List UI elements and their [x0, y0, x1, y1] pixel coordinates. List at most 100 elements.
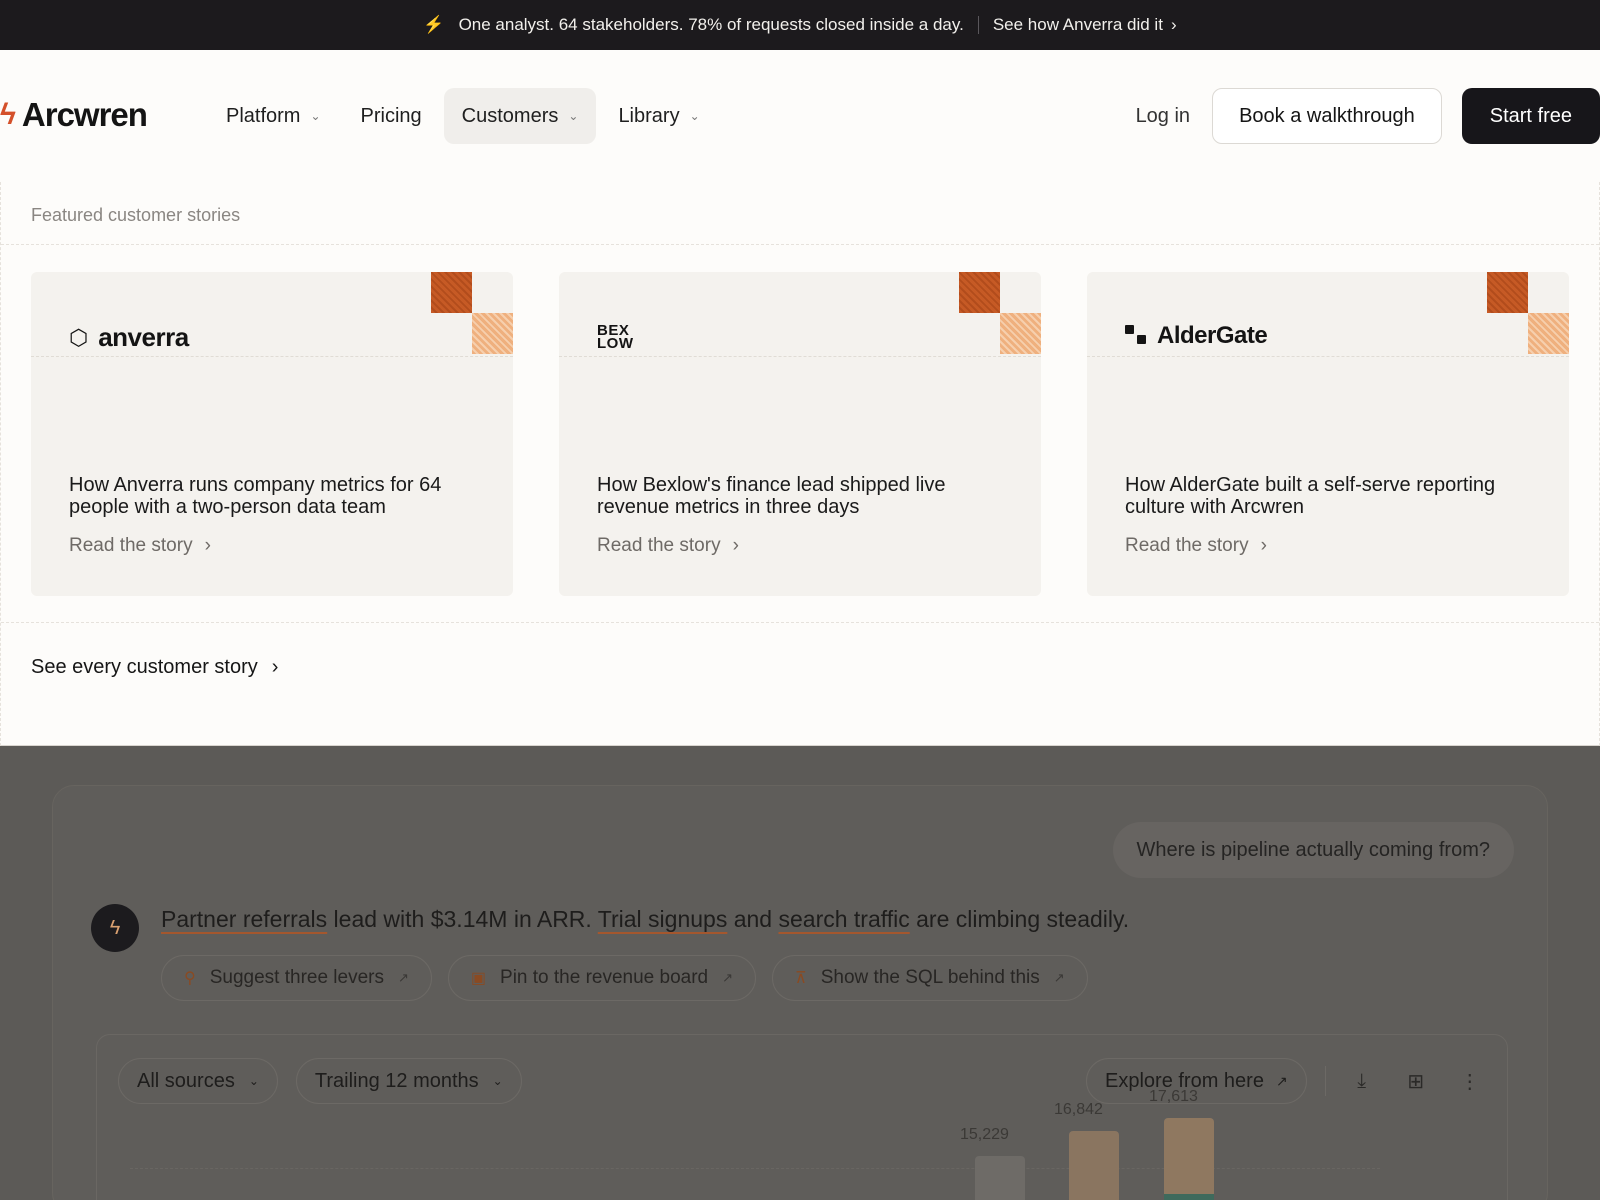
- read-story-label: Read the story: [1125, 535, 1249, 556]
- bar-data-label: 16,842: [1054, 1100, 1103, 1118]
- aldergate-mark-icon: [1125, 325, 1147, 347]
- sql-icon: ⊼: [795, 970, 807, 987]
- grid-view-icon[interactable]: ⊞: [1398, 1063, 1434, 1099]
- read-story-link[interactable]: Read the story ›: [1125, 535, 1267, 557]
- customer-logo-text: anverra: [98, 322, 189, 352]
- customer-logo-text: AlderGate: [1157, 322, 1268, 349]
- arrow-up-right-icon: ↗: [1053, 970, 1065, 985]
- chevron-down-icon: ⌄: [492, 1074, 503, 1088]
- divider: [1, 244, 1599, 245]
- pattern-square: [1487, 272, 1528, 313]
- story-title: How Bexlow's finance lead shipped live r…: [597, 474, 946, 518]
- brand-name: Arcwren: [21, 96, 148, 133]
- pin-board-icon: ▣: [470, 970, 487, 987]
- nav-menu: Platform ⌄ Pricing Customers ⌄ Library ⌄: [208, 88, 718, 144]
- start-free-button[interactable]: Start free: [1461, 88, 1600, 144]
- customer-logo-text: BEX LOW: [597, 323, 657, 351]
- hexagon-icon: ⬡: [69, 324, 89, 350]
- divider: [1087, 356, 1569, 357]
- answer-link-partner-referrals[interactable]: Partner referrals: [161, 906, 327, 932]
- read-story-label: Read the story: [69, 535, 193, 556]
- chip-label: Pin to the revenue board: [500, 967, 709, 988]
- pattern-square: [431, 272, 472, 313]
- arrow-up-right-icon: ↗: [397, 970, 409, 985]
- pattern-square: [472, 313, 513, 354]
- chart-bar[interactable]: [1069, 1130, 1119, 1200]
- see-all-label: See every customer story: [31, 656, 258, 678]
- user-question-bubble: Where is pipeline actually coming from?: [1112, 822, 1514, 878]
- chevron-down-icon: ⌄: [248, 1074, 259, 1088]
- source-select[interactable]: All sources ⌄: [118, 1058, 278, 1104]
- nav-item-customers[interactable]: Customers ⌄: [443, 88, 597, 144]
- read-story-link[interactable]: Read the story ›: [69, 535, 211, 557]
- chevron-right-icon: ›: [204, 535, 211, 556]
- customers-dropdown-panel: Featured customer stories ⬡ anverra How …: [0, 182, 1600, 746]
- pattern-square: [959, 272, 1000, 313]
- chevron-right-icon: ›: [271, 656, 279, 678]
- nav-item-library[interactable]: Library ⌄: [600, 88, 717, 144]
- arrow-up-right-icon: ↗: [1275, 1072, 1288, 1089]
- announcement-bar: ⚡ One analyst. 64 stakeholders. 78% of r…: [0, 0, 1600, 50]
- answer-link-search-traffic[interactable]: search traffic: [778, 906, 909, 932]
- customer-logo-aldergate: AlderGate: [1125, 322, 1268, 350]
- chip-suggest-levers[interactable]: ⚲ Suggest three levers ↗: [161, 955, 432, 1001]
- announcement-link[interactable]: See how Anverra did it ›: [993, 15, 1177, 35]
- chip-show-sql[interactable]: ⊼ Show the SQL behind this ↗: [772, 955, 1088, 1001]
- nav-item-pricing[interactable]: Pricing: [343, 88, 440, 144]
- announcement-text: One analyst. 64 stakeholders. 78% of req…: [458, 15, 964, 34]
- nav-item-label: Library: [618, 104, 680, 127]
- nav-item-platform[interactable]: Platform ⌄: [208, 88, 339, 144]
- pattern-square: [1000, 313, 1041, 354]
- divider: [31, 356, 513, 357]
- login-link[interactable]: Log in: [1134, 105, 1193, 128]
- chart-bar[interactable]: [975, 1156, 1025, 1200]
- divider: [1, 622, 1599, 623]
- arrow-up-right-icon: ↗: [722, 970, 734, 985]
- more-options-icon[interactable]: ⋮: [1452, 1063, 1488, 1099]
- book-walkthrough-button[interactable]: Book a walkthrough: [1212, 88, 1442, 144]
- assistant-answer: Partner referrals lead with $3.14M in AR…: [161, 906, 1129, 933]
- bar-data-label: 17,613: [1149, 1088, 1198, 1106]
- story-card-bexlow[interactable]: BEX LOW How Bexlow's finance lead shippe…: [559, 272, 1041, 596]
- lightbulb-icon: ⚲: [184, 970, 196, 987]
- answer-text: and: [727, 906, 779, 932]
- nav-item-label: Customers: [461, 104, 559, 127]
- main-nav: ϟ Arcwren Platform ⌄ Pricing Customers ⌄…: [0, 50, 1600, 184]
- customer-logo-anverra: ⬡ anverra: [69, 322, 189, 353]
- chevron-down-icon: ⌄: [568, 109, 579, 123]
- range-select[interactable]: Trailing 12 months ⌄: [295, 1058, 522, 1104]
- brand-logo[interactable]: ϟ Arcwren: [0, 96, 148, 134]
- bolt-logo-icon: ϟ: [0, 98, 16, 131]
- customer-logo-bexlow: BEX LOW: [597, 323, 657, 351]
- select-value: Trailing 12 months: [314, 1069, 479, 1092]
- nav-item-label: Platform: [226, 104, 301, 127]
- read-story-label: Read the story: [597, 535, 721, 556]
- bar-data-label: 15,229: [960, 1126, 1009, 1144]
- download-icon[interactable]: ⤓: [1344, 1063, 1380, 1099]
- story-card-aldergate[interactable]: AlderGate How AlderGate built a self-ser…: [1087, 272, 1569, 596]
- announcement-link-label: See how Anverra did it: [992, 15, 1163, 34]
- bolt-icon: ⚡: [423, 15, 445, 34]
- nav-item-label: Pricing: [360, 104, 422, 127]
- story-card-anverra[interactable]: ⬡ anverra How Anverra runs company metri…: [31, 272, 513, 596]
- chevron-right-icon: ›: [732, 535, 739, 556]
- story-title: How AlderGate built a self-serve reporti…: [1125, 474, 1496, 518]
- select-value: All sources: [137, 1069, 235, 1092]
- chip-pin-board[interactable]: ▣ Pin to the revenue board ↗: [447, 955, 757, 1001]
- pattern-square: [1528, 313, 1569, 354]
- read-story-link[interactable]: Read the story ›: [597, 535, 739, 557]
- see-all-stories-link[interactable]: See every customer story ›: [31, 656, 278, 679]
- assistant-avatar: ϟ: [91, 904, 139, 952]
- chevron-down-icon: ⌄: [689, 109, 700, 123]
- divider: [559, 356, 1041, 357]
- chip-label: Show the SQL behind this: [820, 967, 1040, 988]
- story-cards: ⬡ anverra How Anverra runs company metri…: [31, 272, 1569, 596]
- chevron-right-icon: ›: [1170, 15, 1177, 34]
- story-title: How Anverra runs company metrics for 64 …: [69, 474, 442, 518]
- nav-actions: Log in Book a walkthrough Start free: [1134, 88, 1600, 144]
- divider: [977, 16, 979, 34]
- chart-bar[interactable]: [1164, 1118, 1214, 1200]
- suggestion-chips: ⚲ Suggest three levers ↗ ▣ Pin to the re…: [161, 955, 1088, 1001]
- answer-link-trial-signups[interactable]: Trial signups: [598, 906, 728, 932]
- panel-heading: Featured customer stories: [31, 205, 241, 225]
